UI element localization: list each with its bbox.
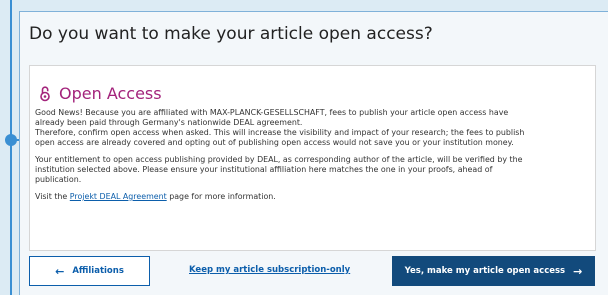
arrow-right-icon: → xyxy=(573,264,583,278)
make-open-access-button[interactable]: Yes, make my article open access → xyxy=(392,256,595,286)
timeline-dot xyxy=(5,134,17,146)
good-news-paragraph: Good News! Because you are affiliated wi… xyxy=(35,108,587,148)
arrow-left-icon: ← xyxy=(55,264,65,278)
visit-paragraph: Visit the Projekt DEAL Agreement page fo… xyxy=(35,192,587,202)
affiliations-back-button[interactable]: ← Affiliations xyxy=(29,256,150,286)
paragraph-line: institution selected above. Please ensur… xyxy=(35,165,493,174)
open-access-card: Do you want to make your article open ac… xyxy=(19,11,608,295)
affiliations-back-label: Affiliations xyxy=(72,266,124,276)
visit-prefix: Visit the xyxy=(35,192,70,201)
paragraph-line: already been paid through Germany's nati… xyxy=(35,118,303,127)
visit-suffix: page for more information. xyxy=(166,192,276,201)
open-access-body: Good News! Because you are affiliated wi… xyxy=(35,108,587,209)
paragraph-line: Your entitlement to open access publishi… xyxy=(35,155,523,164)
paragraph-line: open access are already covered and opti… xyxy=(35,138,514,147)
paragraph-line: publication. xyxy=(35,175,82,184)
timeline-line xyxy=(10,0,12,295)
page: Do you want to make your article open ac… xyxy=(0,0,608,295)
card-title: Do you want to make your article open ac… xyxy=(29,24,433,44)
open-access-info-box: Open Access Good News! Because you are a… xyxy=(29,65,596,251)
make-open-access-label: Yes, make my article open access xyxy=(404,266,566,276)
open-access-header: Open Access xyxy=(39,84,162,103)
projekt-deal-link[interactable]: Projekt DEAL Agreement xyxy=(70,192,167,201)
open-access-heading: Open Access xyxy=(59,84,162,103)
open-lock-icon xyxy=(39,85,51,102)
keep-subscription-link[interactable]: Keep my article subscription-only xyxy=(189,265,350,275)
entitlement-paragraph: Your entitlement to open access publishi… xyxy=(35,155,587,185)
paragraph-line: Good News! Because you are affiliated wi… xyxy=(35,108,509,117)
paragraph-line: Therefore, confirm open access when aske… xyxy=(35,128,525,137)
